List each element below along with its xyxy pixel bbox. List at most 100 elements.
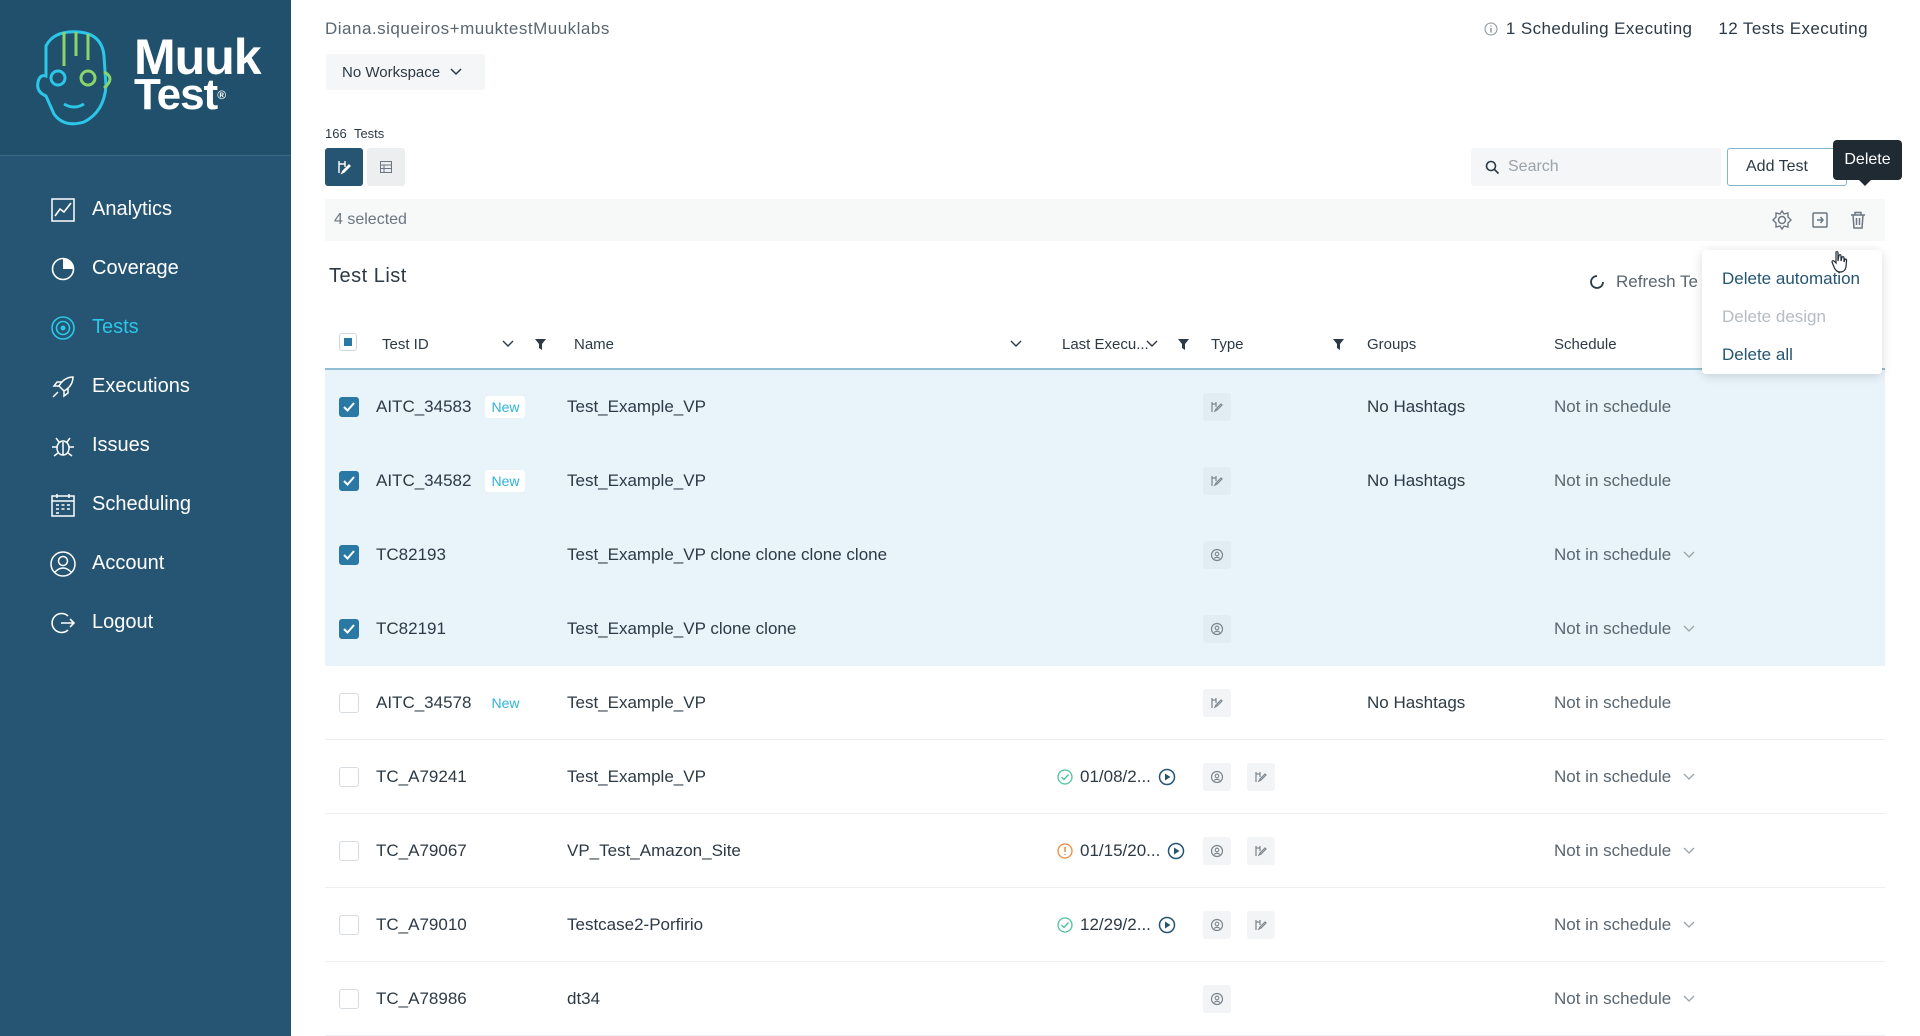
tests-executing[interactable]: 12 Tests Executing xyxy=(1718,19,1868,39)
test-id[interactable]: AITC_34578 xyxy=(376,693,471,713)
design-icon[interactable] xyxy=(1203,392,1231,421)
last-execution-date: 12/29/2... xyxy=(1080,914,1151,934)
col-type[interactable]: Type xyxy=(1211,336,1244,353)
chevron-down-icon[interactable] xyxy=(1683,551,1695,559)
automation-icon[interactable] xyxy=(1203,614,1231,643)
row-checkbox[interactable] xyxy=(339,692,359,713)
menu-item-delete-automation[interactable]: Delete automation xyxy=(1702,260,1882,298)
test-id[interactable]: TC_A79067 xyxy=(376,841,467,861)
play-icon[interactable] xyxy=(1158,916,1176,934)
table-row[interactable]: TC82193 Test_Example_VP clone clone clone… xyxy=(325,518,1885,592)
filter-icon[interactable] xyxy=(1177,338,1190,351)
chevron-down-icon[interactable] xyxy=(1683,847,1695,855)
trash-icon[interactable] xyxy=(1847,209,1869,231)
row-checkbox[interactable] xyxy=(339,544,359,565)
play-icon[interactable] xyxy=(1158,768,1176,786)
chevron-down-icon[interactable] xyxy=(1683,995,1695,1003)
sidebar-item-executions[interactable]: Executions xyxy=(0,357,291,416)
test-id[interactable]: AITC_34582 xyxy=(376,471,471,491)
automation-icon[interactable] xyxy=(1203,910,1231,939)
chevron-down-icon[interactable] xyxy=(1146,340,1158,348)
sidebar-item-coverage[interactable]: Coverage xyxy=(0,239,291,298)
design-icon[interactable] xyxy=(1203,466,1231,495)
col-test-id[interactable]: Test ID xyxy=(382,336,429,353)
chevron-down-icon[interactable] xyxy=(502,340,514,348)
sidebar-item-analytics[interactable]: Analytics xyxy=(0,180,291,239)
test-name[interactable]: dt34 xyxy=(567,989,600,1009)
select-all-checkbox[interactable] xyxy=(339,333,357,351)
design-view-button[interactable] xyxy=(325,148,363,186)
sidebar-item-issues[interactable]: Issues xyxy=(0,416,291,475)
test-id[interactable]: TC82193 xyxy=(376,545,446,565)
chevron-down-icon[interactable] xyxy=(1683,625,1695,633)
test-name[interactable]: Test_Example_VP xyxy=(567,767,706,787)
settings-gear-icon[interactable] xyxy=(1771,209,1793,231)
design-icon[interactable] xyxy=(1247,910,1275,939)
col-name[interactable]: Name xyxy=(574,336,614,353)
row-checkbox[interactable] xyxy=(339,396,359,417)
automation-icon[interactable] xyxy=(1203,540,1231,569)
sidebar-item-account[interactable]: Account xyxy=(0,534,291,593)
row-checkbox[interactable] xyxy=(339,470,359,491)
design-icon[interactable] xyxy=(1247,836,1275,865)
test-id[interactable]: TC_A79241 xyxy=(376,767,467,787)
table-row[interactable]: AITC_34578 New Test_Example_VP No Hashtags N… xyxy=(325,666,1885,740)
refresh-button[interactable]: Refresh Te xyxy=(1588,272,1698,292)
filter-icon[interactable] xyxy=(1332,338,1345,351)
row-checkbox[interactable] xyxy=(339,840,359,861)
automation-icon[interactable] xyxy=(1203,836,1231,865)
test-name[interactable]: Test_Example_VP clone clone xyxy=(567,619,796,639)
schedule-value: Not in schedule xyxy=(1554,396,1672,416)
test-name[interactable]: Test_Example_VP clone clone clone clone xyxy=(567,545,887,565)
sidebar-item-label: Issues xyxy=(92,434,150,456)
workspace-select[interactable]: No Workspace xyxy=(326,54,485,90)
table-row[interactable]: TC82191 Test_Example_VP clone clone Not in… xyxy=(325,592,1885,666)
schedule-value: Not in schedule xyxy=(1554,618,1672,638)
sidebar-item-logout[interactable]: Logout xyxy=(0,593,291,652)
play-icon[interactable] xyxy=(1167,842,1185,860)
col-groups[interactable]: Groups xyxy=(1367,336,1416,353)
chevron-down-icon xyxy=(450,68,462,76)
chevron-down-icon[interactable] xyxy=(1010,340,1022,348)
test-id[interactable]: TC_A78986 xyxy=(376,989,467,1009)
chevron-down-icon[interactable] xyxy=(1683,921,1695,929)
test-id[interactable]: TC82191 xyxy=(376,619,446,639)
automation-icon[interactable] xyxy=(1203,762,1231,791)
test-id[interactable]: TC_A79010 xyxy=(376,915,467,935)
row-checkbox[interactable] xyxy=(339,988,359,1009)
automation-icon[interactable] xyxy=(1203,984,1231,1013)
groups-value: No Hashtags xyxy=(1367,470,1466,490)
design-icon[interactable] xyxy=(1247,762,1275,791)
col-schedule[interactable]: Schedule xyxy=(1554,336,1617,353)
col-last-execution[interactable]: Last Execu... xyxy=(1062,336,1149,353)
tests-icon xyxy=(49,314,77,342)
test-name[interactable]: Test_Example_VP xyxy=(567,397,706,417)
scheduling-executing[interactable]: 1 Scheduling Executing xyxy=(1484,19,1692,39)
table-row[interactable]: AITC_34582 New Test_Example_VP No Hashtags N… xyxy=(325,444,1885,518)
sidebar-item-scheduling[interactable]: Scheduling xyxy=(0,475,291,534)
row-checkbox[interactable] xyxy=(339,618,359,639)
design-icon[interactable] xyxy=(1203,688,1231,717)
search-input[interactable]: Search xyxy=(1471,148,1721,186)
chevron-down-icon[interactable] xyxy=(1683,773,1695,781)
table-row[interactable]: AITC_34583 New Test_Example_VP No Hashtags N… xyxy=(325,370,1885,444)
table-row[interactable]: TC_A79067 VP_Test_Amazon_Site 01/15/20... N… xyxy=(325,814,1885,888)
test-name[interactable]: VP_Test_Amazon_Site xyxy=(567,841,741,861)
test-id[interactable]: AITC_34583 xyxy=(376,397,471,417)
row-checkbox[interactable] xyxy=(339,766,359,787)
test-name[interactable]: Test_Example_VP xyxy=(567,693,706,713)
sidebar-item-tests[interactable]: Tests xyxy=(0,298,291,357)
test-name[interactable]: Test_Example_VP xyxy=(567,471,706,491)
row-checkbox[interactable] xyxy=(339,914,359,935)
table-row[interactable]: TC_A78986 dt34 Not in schedule xyxy=(325,962,1885,1036)
filter-icon[interactable] xyxy=(534,338,547,351)
table-row[interactable]: TC_A79010 Testcase2-Porfirio 12/29/2... Not… xyxy=(325,888,1885,962)
schedule-value: Not in schedule xyxy=(1554,914,1672,934)
last-execution-date: 01/08/2... xyxy=(1080,766,1151,786)
export-icon[interactable] xyxy=(1809,209,1831,231)
add-test-button[interactable]: Add Test xyxy=(1727,148,1847,186)
menu-item-delete-all[interactable]: Delete all xyxy=(1702,336,1882,374)
table-row[interactable]: TC_A79241 Test_Example_VP 01/08/2... Not in… xyxy=(325,740,1885,814)
table-view-button[interactable] xyxy=(367,148,405,186)
test-name[interactable]: Testcase2-Porfirio xyxy=(567,915,703,935)
